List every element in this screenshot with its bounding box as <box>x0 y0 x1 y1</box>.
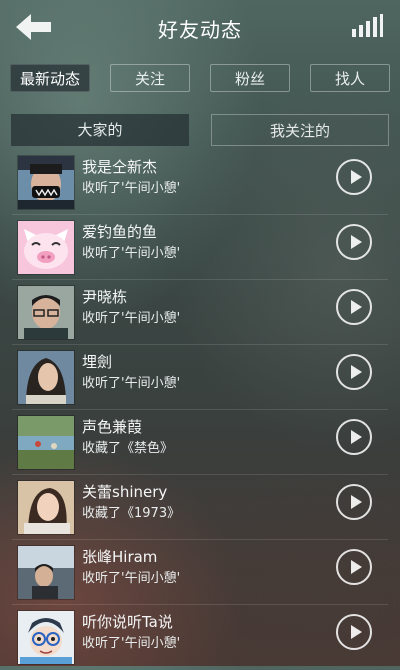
activity-text: 收听了'午间小憩' <box>82 311 181 326</box>
friend-name: 听你说听Ta说 <box>82 613 173 631</box>
avatar[interactable] <box>17 545 75 600</box>
friend-name: 埋劍 <box>82 353 113 371</box>
page-title: 好友动态 <box>158 18 242 42</box>
tab-my-following[interactable]: 我关注的 <box>211 114 389 146</box>
avatar[interactable] <box>17 220 75 275</box>
tab-latest[interactable]: 最新动态 <box>10 64 90 92</box>
feed-item[interactable]: 尹晓栋 收听了'午间小憩' <box>0 280 400 345</box>
play-button[interactable] <box>336 289 372 325</box>
tab-fans[interactable]: 粉丝 <box>210 64 290 92</box>
avatar[interactable] <box>17 350 75 405</box>
friend-name: 我是仝新杰 <box>82 158 158 176</box>
signal-bars-icon[interactable] <box>350 14 384 38</box>
play-button[interactable] <box>336 354 372 390</box>
friend-name: 声色兼葭 <box>82 418 143 436</box>
play-button[interactable] <box>336 614 372 650</box>
play-button[interactable] <box>336 159 372 195</box>
avatar[interactable] <box>17 480 75 535</box>
feed-item[interactable]: 张峰Hiram 收听了'午间小憩' <box>0 540 400 605</box>
avatar[interactable] <box>17 155 75 210</box>
avatar[interactable] <box>17 610 75 665</box>
activity-text: 收听了'午间小憩' <box>82 181 181 196</box>
feed-item[interactable]: 关蕾shinery 收藏了《1973》 <box>0 475 400 540</box>
feed-item[interactable]: 我是仝新杰 收听了'午间小憩' <box>0 150 400 215</box>
tab-following[interactable]: 关注 <box>110 64 190 92</box>
activity-text: 收藏了《1973》 <box>82 506 181 521</box>
activity-text: 收听了'午间小憩' <box>82 571 181 586</box>
play-button[interactable] <box>336 549 372 585</box>
activity-text: 收听了'午间小憩' <box>82 246 181 261</box>
feed-item[interactable]: 埋劍 收听了'午间小憩' <box>0 345 400 410</box>
header-bar: 好友动态 <box>0 0 400 54</box>
friend-name: 尹晓栋 <box>82 288 128 306</box>
activity-text: 收藏了《禁色》 <box>82 441 174 456</box>
avatar[interactable] <box>17 415 75 470</box>
play-button[interactable] <box>336 484 372 520</box>
secondary-tab-bar: 大家的 我关注的 <box>11 114 389 146</box>
feed-item[interactable]: 爱钓鱼的鱼 收听了'午间小憩' <box>0 215 400 280</box>
feed-item[interactable]: 声色兼葭 收藏了《禁色》 <box>0 410 400 475</box>
play-button[interactable] <box>336 224 372 260</box>
friend-name: 爱钓鱼的鱼 <box>82 223 158 241</box>
primary-tab-bar: 最新动态 关注 粉丝 找人 <box>10 64 392 94</box>
activity-text: 收听了'午间小憩' <box>82 636 181 651</box>
activity-text: 收听了'午间小憩' <box>82 376 181 391</box>
feed-item[interactable]: 听你说听Ta说 收听了'午间小憩' <box>0 605 400 670</box>
play-button[interactable] <box>336 419 372 455</box>
tab-find-people[interactable]: 找人 <box>310 64 390 92</box>
tab-everyone[interactable]: 大家的 <box>11 114 189 146</box>
avatar[interactable] <box>17 285 75 340</box>
friend-name: 关蕾shinery <box>82 483 168 501</box>
friend-name: 张峰Hiram <box>82 548 158 566</box>
